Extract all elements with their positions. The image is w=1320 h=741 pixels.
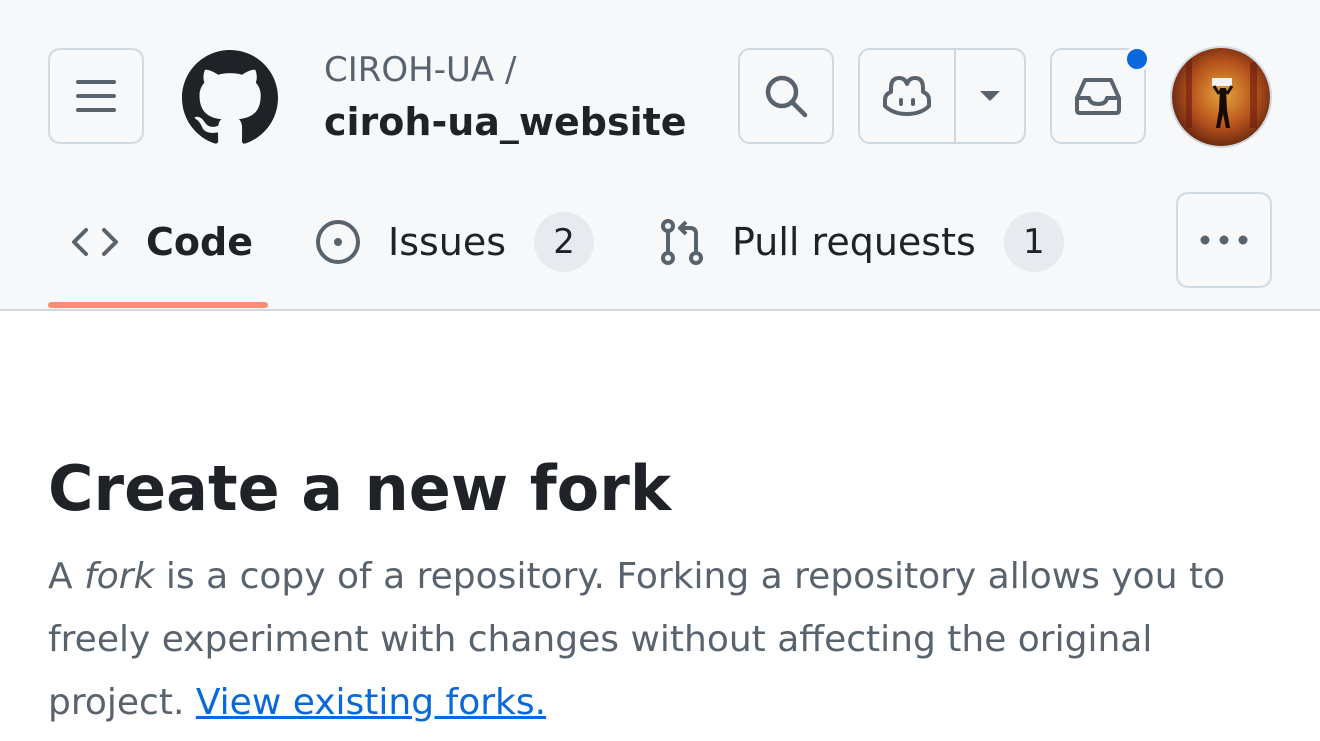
unread-notification-indicator — [1124, 46, 1150, 72]
tab-code-label: Code — [146, 220, 253, 264]
more-tabs-button[interactable] — [1176, 192, 1272, 288]
inbox-icon — [1075, 78, 1121, 115]
user-avatar[interactable] — [1170, 46, 1272, 148]
copilot-dropdown-button[interactable] — [956, 50, 1024, 142]
tab-issues[interactable]: Issues 2 — [314, 196, 595, 288]
view-existing-forks-link[interactable]: View existing forks. — [196, 682, 546, 723]
fork-description: A fork is a copy of a repository. Forkin… — [48, 545, 1278, 734]
repo-header: CIROH-UA / ciroh-ua_website Code Issues … — [0, 0, 1320, 311]
search-button[interactable] — [738, 48, 834, 144]
copilot-icon — [883, 76, 931, 116]
tab-pull-requests[interactable]: Pull requests 1 — [658, 196, 1064, 288]
code-icon — [72, 228, 118, 256]
selected-tab-indicator — [48, 302, 268, 308]
triangle-down-icon — [980, 91, 1000, 101]
tab-issues-label: Issues — [388, 220, 507, 264]
open-menu-button[interactable] — [48, 48, 144, 144]
github-mark-icon[interactable] — [182, 50, 278, 146]
hamburger-icon — [76, 80, 116, 112]
desc-part-a: A — [48, 556, 85, 597]
pull-requests-count-badge: 1 — [1003, 212, 1064, 272]
repo-owner-link[interactable]: CIROH-UA / — [324, 50, 516, 90]
issues-count-badge: 2 — [534, 212, 595, 272]
git-pull-request-icon — [661, 219, 703, 265]
desc-fork-term: fork — [84, 556, 155, 597]
copilot-button[interactable] — [860, 50, 956, 142]
tab-code[interactable]: Code — [70, 196, 253, 288]
page-title: Create a new fork — [48, 452, 672, 525]
copilot-button-group — [858, 48, 1026, 144]
kebab-horizontal-icon — [1200, 235, 1248, 245]
issue-opened-icon — [316, 220, 360, 264]
search-icon — [765, 75, 808, 118]
repo-name-link[interactable]: ciroh-ua_website — [324, 100, 687, 144]
tab-pull-requests-label: Pull requests — [732, 220, 976, 264]
